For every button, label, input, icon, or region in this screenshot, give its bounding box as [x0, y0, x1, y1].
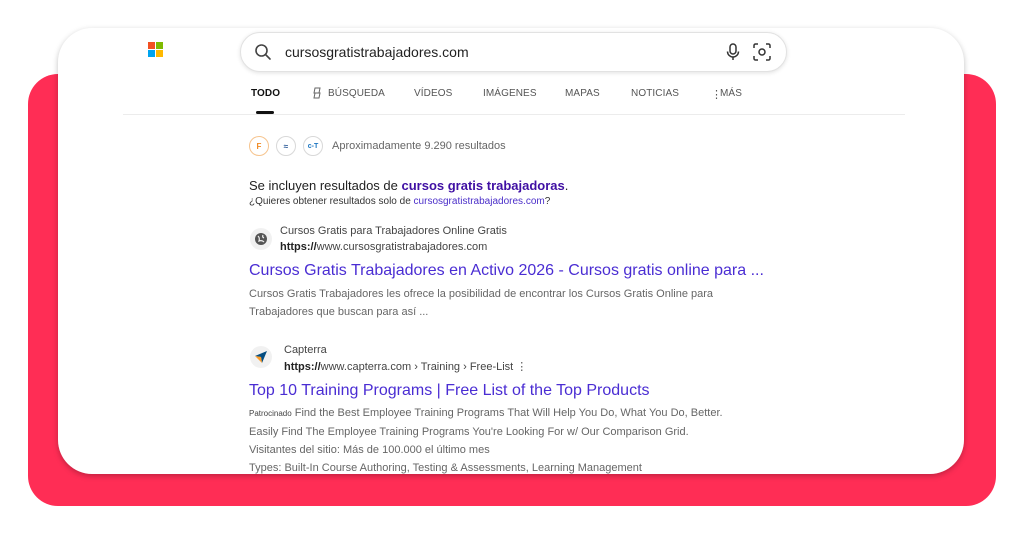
source-badge-3[interactable]: c-T — [303, 136, 323, 156]
spelling-prefix: Se incluyen resultados de — [249, 178, 402, 193]
kebab-icon[interactable]: ⋮ — [516, 361, 527, 373]
spelling-suggestion-link[interactable]: cursos gratis trabajadoras — [401, 178, 564, 193]
copilot-icon — [313, 87, 321, 99]
header-divider — [123, 114, 905, 115]
search-box[interactable] — [240, 32, 787, 72]
result-snippet: Cursos Gratis Trabajadores les ofrece la… — [249, 285, 849, 321]
sponsored-label: Patrocinado — [249, 409, 292, 418]
result-url-scheme: https:// — [280, 241, 317, 253]
spelling-only-suffix: ? — [544, 196, 551, 207]
source-badge-1[interactable]: F — [249, 136, 269, 156]
tab-busqueda[interactable]: BÚSQUEDA — [328, 88, 385, 99]
result-url-scheme: https:// — [284, 361, 321, 373]
result-count: Aproximadamente 9.290 resultados — [332, 140, 506, 152]
snippet-line: Trabajadores que buscan para así ... — [249, 306, 429, 318]
microsoft-logo-icon[interactable] — [148, 42, 163, 57]
spelling-only-prefix: ¿Quieres obtener resultados solo de — [249, 196, 414, 207]
result-title-link[interactable]: Top 10 Training Programs | Free List of … — [249, 382, 650, 400]
tab-noticias[interactable]: NOTICIAS — [631, 88, 679, 99]
tab-mas[interactable]: MÁS — [720, 88, 742, 99]
result-title-link[interactable]: Cursos Gratis Trabajadores en Activo 202… — [249, 262, 764, 280]
tab-videos[interactable]: VÍDEOS — [414, 88, 452, 99]
source-badge-2[interactable]: ≈ — [276, 136, 296, 156]
tab-todo[interactable]: TODO — [251, 88, 280, 99]
search-icon[interactable] — [254, 43, 272, 61]
snippet-line: Cursos Gratis Trabajadores les ofrece la… — [249, 288, 714, 300]
snippet-line: Patrocinado Find the Best Employee Train… — [249, 404, 889, 423]
original-query-link[interactable]: cursosgratistrabajadores.com — [414, 196, 545, 207]
more-dots-icon: ⋮ — [711, 89, 722, 101]
result-url[interactable]: https://www.cursosgratistrabajadores.com — [280, 241, 487, 253]
globe-icon[interactable] — [250, 228, 272, 250]
result-url[interactable]: https://www.capterra.com › Training › Fr… — [284, 360, 527, 373]
tab-imagenes[interactable]: IMÁGENES — [483, 88, 537, 99]
spelling-original-query: ¿Quieres obtener resultados solo de curs… — [249, 196, 550, 207]
visual-search-icon[interactable] — [753, 43, 771, 61]
snippet-line: Easily Find The Employee Training Progra… — [249, 426, 689, 438]
snippet-line: Types: Built-In Course Authoring, Testin… — [249, 462, 642, 474]
tab-mapas[interactable]: MAPAS — [565, 88, 600, 99]
result-site-name[interactable]: Cursos Gratis para Trabajadores Online G… — [280, 225, 507, 237]
search-input[interactable] — [285, 42, 665, 62]
snippet-line: Visitantes del sitio: Más de 100.000 el … — [249, 444, 490, 456]
result-url-rest: www.cursosgratistrabajadores.com — [316, 241, 488, 253]
result-url-rest: www.capterra.com › Training › Free-List — [320, 361, 514, 373]
spelling-notice: Se incluyen resultados de cursos gratis … — [249, 178, 568, 193]
browser-card: TODO BÚSQUEDA VÍDEOS IMÁGENES MAPAS NOTI… — [58, 28, 964, 474]
result-snippet: Patrocinado Find the Best Employee Train… — [249, 404, 889, 474]
microphone-icon[interactable] — [725, 43, 741, 61]
capterra-icon[interactable] — [250, 346, 272, 368]
spelling-suffix: . — [564, 178, 569, 193]
snippet-text: Find the Best Employee Training Programs… — [291, 407, 723, 419]
result-site-name[interactable]: Capterra — [284, 344, 327, 356]
